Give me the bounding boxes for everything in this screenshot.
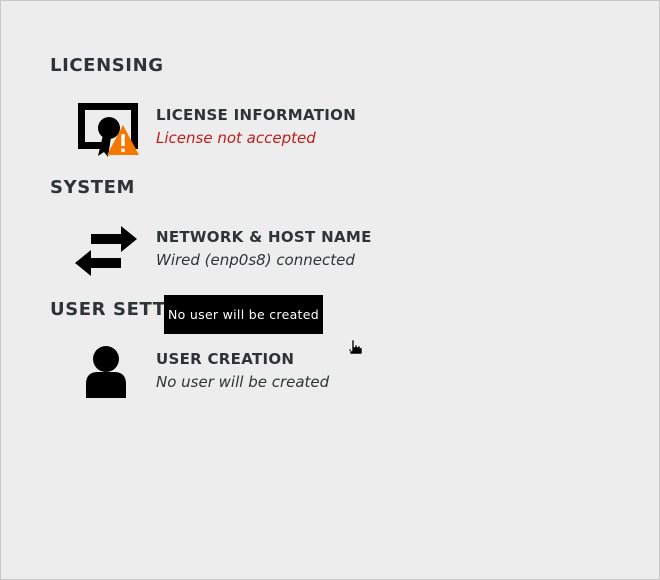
spoke-user-creation[interactable]: USER CREATION No user will be created: [71, 345, 391, 411]
spoke-status: No user will be created: [156, 373, 330, 391]
hand-cursor-icon: [346, 339, 364, 357]
spoke-title: LICENSE INFORMATION: [156, 106, 357, 124]
section-title-system: SYSTEM: [50, 177, 136, 198]
spoke-title: USER CREATION: [156, 350, 295, 368]
spoke-status: Wired (enp0s8) connected: [156, 251, 355, 269]
hub-window: LICENSING LICENSE INFORMATION License no…: [0, 0, 660, 580]
spoke-license-information[interactable]: LICENSE INFORMATION License not accepted: [71, 101, 391, 167]
spoke-network-host-name[interactable]: NETWORK & HOST NAME Wired (enp0s8) conne…: [71, 223, 391, 289]
spoke-status: License not accepted: [156, 129, 316, 147]
network-arrows-icon: [71, 223, 141, 285]
license-warning-icon: [71, 101, 141, 163]
spoke-title: NETWORK & HOST NAME: [156, 228, 372, 246]
user-icon: [71, 345, 141, 407]
section-title-licensing: LICENSING: [50, 55, 164, 76]
tooltip: No user will be created: [164, 295, 323, 334]
